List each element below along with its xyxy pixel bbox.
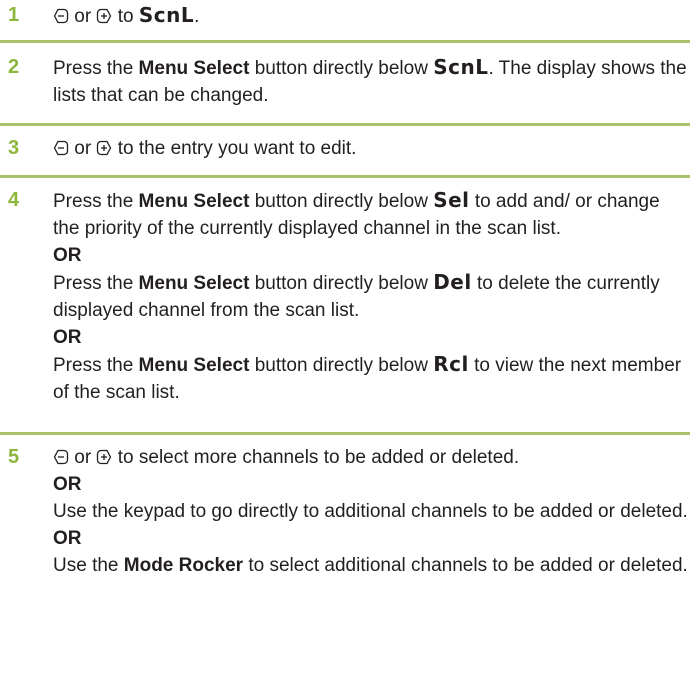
step-number: 4	[8, 189, 20, 211]
or-text: or	[74, 138, 92, 159]
menu-select-label: Menu Select	[138, 273, 250, 294]
divider	[0, 123, 690, 126]
divider	[0, 40, 690, 43]
display-text-del: Del	[433, 270, 472, 294]
display-text-scnl: ScnL	[138, 3, 195, 27]
right-arrow-button-icon	[96, 140, 112, 156]
step-number: 1	[8, 4, 20, 26]
step-4-para-2: Press the Menu Select button directly be…	[53, 270, 660, 321]
mode-rocker-label: Mode Rocker	[123, 555, 244, 576]
left-arrow-button-icon	[53, 8, 69, 24]
step-2-text: Press the Menu Select button directly be…	[53, 55, 687, 106]
step-number: 3	[8, 137, 20, 159]
step-4-para-1: Press the Menu Select button directly be…	[53, 188, 660, 239]
step-number: 2	[8, 56, 20, 78]
step-5-para-1: or to select more channels to be added o…	[53, 444, 689, 471]
step-5-para-2: Use the keypad to go directly to additio…	[53, 501, 688, 522]
menu-select-label: Menu Select	[138, 191, 250, 212]
menu-select-label: Menu Select	[138, 355, 250, 376]
step-5-para-3: Use the Mode Rocker to select additional…	[53, 555, 688, 576]
divider	[0, 175, 690, 178]
or-label: OR	[53, 327, 82, 348]
menu-select-label: Menu Select	[138, 58, 250, 79]
left-arrow-button-icon	[53, 140, 69, 156]
display-text-rcl: Rcl	[433, 352, 469, 376]
left-arrow-button-icon	[53, 449, 69, 465]
step-number: 5	[8, 446, 20, 468]
to-text: to	[117, 6, 134, 27]
or-label: OR	[53, 528, 82, 549]
display-text-sel: Sel	[433, 188, 470, 212]
right-arrow-button-icon	[96, 8, 112, 24]
or-label: OR	[53, 474, 82, 495]
divider	[0, 432, 690, 435]
step-4-para-3: Press the Menu Select button directly be…	[53, 352, 682, 403]
display-text-scnl: ScnL	[433, 55, 489, 79]
or-text: or	[74, 6, 92, 27]
or-text: or	[74, 447, 92, 468]
or-label: OR	[53, 245, 82, 266]
right-arrow-button-icon	[96, 449, 112, 465]
